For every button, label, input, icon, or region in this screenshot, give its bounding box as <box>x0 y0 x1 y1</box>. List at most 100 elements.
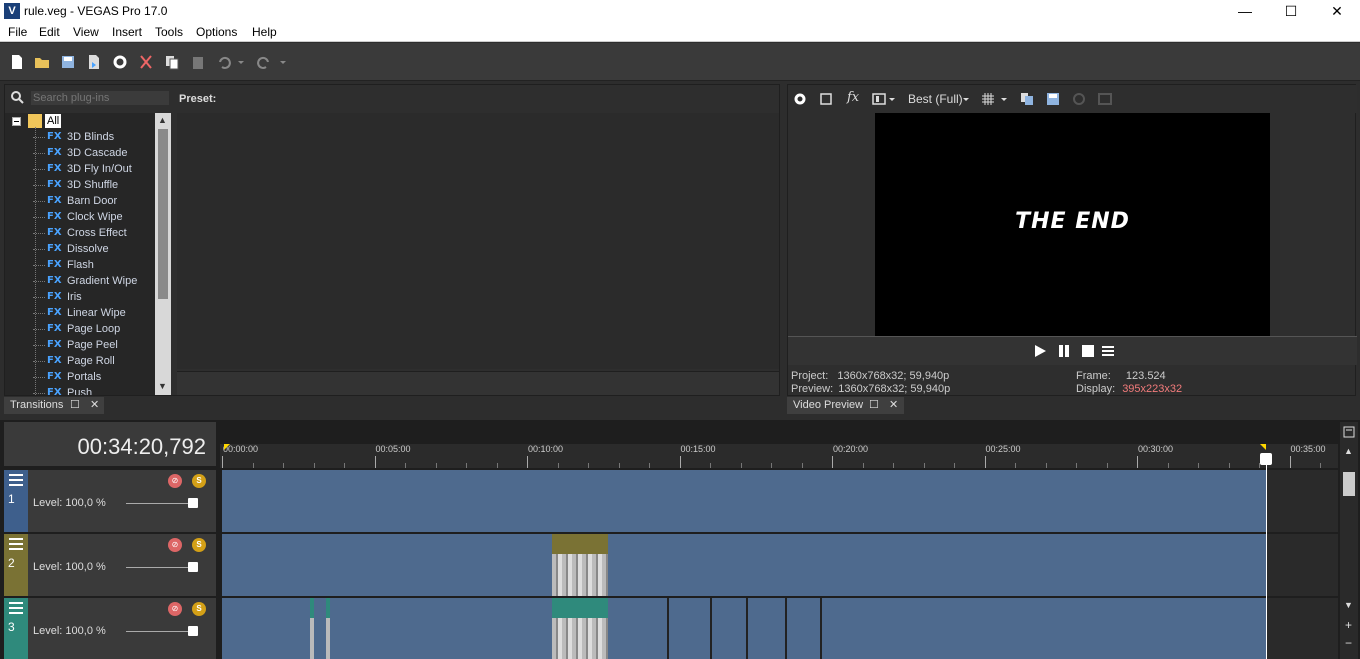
redo-dropdown-icon[interactable] <box>278 54 288 70</box>
timeline-vertical-scrollbar[interactable]: ▲ ▼ + − <box>1340 422 1358 659</box>
plugin-item[interactable]: FX Cross Effect <box>33 225 155 241</box>
save-snapshot-icon[interactable] <box>1046 92 1060 106</box>
loop-end-marker[interactable] <box>1260 444 1266 450</box>
grid-dropdown-icon[interactable] <box>1000 92 1008 106</box>
plugin-item[interactable]: FX Clock Wipe <box>33 209 155 225</box>
plugin-item[interactable]: FX Page Loop <box>33 321 155 337</box>
scroll-down-icon[interactable]: ▼ <box>158 381 167 391</box>
track-header[interactable]: 1 ⊘ S Level: 100,0 % <box>4 470 216 532</box>
render-as-icon[interactable] <box>86 54 102 70</box>
menu-view[interactable]: View <box>73 25 99 39</box>
split-screen-icon[interactable] <box>872 92 886 106</box>
scroll-thumb[interactable] <box>158 129 168 299</box>
scroll-up-icon[interactable]: ▲ <box>1344 446 1353 456</box>
copy-icon[interactable] <box>164 54 180 70</box>
plugin-item[interactable]: FX Portals <box>33 369 155 385</box>
paste-icon[interactable] <box>190 54 206 70</box>
clip-event[interactable] <box>552 534 608 596</box>
cut-icon[interactable] <box>138 54 154 70</box>
track-menu-icon[interactable] <box>9 538 23 550</box>
time-ruler[interactable]: 00:00:00 00:05:00 00:10:00 00:15:00 00:20:00… <box>220 444 1338 468</box>
marker-bar[interactable] <box>220 422 1338 444</box>
close-window-button[interactable]: ✕ <box>1314 0 1360 22</box>
restore-icon[interactable]: ☐ <box>869 397 879 414</box>
playhead-handle[interactable] <box>1260 453 1272 465</box>
tab-video-preview[interactable]: Video Preview ☐ ✕ <box>787 397 904 414</box>
solo-icon[interactable]: S <box>192 602 206 616</box>
track-menu-icon[interactable] <box>9 602 23 614</box>
clip-event[interactable] <box>326 598 330 659</box>
dropdown-icon[interactable] <box>888 92 896 106</box>
pause-icon[interactable] <box>1057 344 1071 358</box>
gear-icon[interactable] <box>112 54 128 70</box>
track-lane-empty[interactable] <box>1266 470 1338 532</box>
undo-icon[interactable] <box>216 54 232 70</box>
mute-icon[interactable]: ⊘ <box>168 538 182 552</box>
plugin-item[interactable]: FX Linear Wipe <box>33 305 155 321</box>
menu-options[interactable]: Options <box>196 25 237 39</box>
level-slider-track[interactable] <box>126 567 188 568</box>
plugin-item[interactable]: FX 3D Fly In/Out <box>33 161 155 177</box>
clip-boundary[interactable] <box>785 598 787 659</box>
device-icon[interactable] <box>819 92 833 106</box>
zoom-in-icon[interactable]: + <box>1345 618 1352 632</box>
clip-event[interactable] <box>310 598 314 659</box>
tab-transitions[interactable]: Transitions ☐ ✕ <box>4 397 104 414</box>
plugin-item[interactable]: FX 3D Blinds <box>33 129 155 145</box>
quality-select[interactable]: Best (Full) <box>908 92 963 106</box>
zoom-toggle-icon[interactable] <box>1342 425 1356 439</box>
plugin-item[interactable]: FX Page Roll <box>33 353 155 369</box>
level-slider-track[interactable] <box>126 631 188 632</box>
plugin-item[interactable]: FX Dissolve <box>33 241 155 257</box>
track-header[interactable]: 3 ⊘ S Level: 100,0 % <box>4 598 216 659</box>
track-header[interactable]: 2 ⊘ S Level: 100,0 % <box>4 534 216 596</box>
menu-edit[interactable]: Edit <box>39 25 60 39</box>
plugin-item[interactable]: FX Iris <box>33 289 155 305</box>
copy-snapshot-icon[interactable] <box>1020 92 1034 106</box>
plugin-item[interactable]: FX Flash <box>33 257 155 273</box>
level-slider-handle[interactable] <box>188 498 198 508</box>
loop-start-marker[interactable] <box>224 444 230 450</box>
plugin-item[interactable]: FX Barn Door <box>33 193 155 209</box>
level-slider-handle[interactable] <box>188 626 198 636</box>
preset-area[interactable] <box>177 113 779 369</box>
menu-help[interactable]: Help <box>252 25 277 39</box>
plugin-item[interactable]: FX Page Peel <box>33 337 155 353</box>
clip-boundary[interactable] <box>667 598 669 659</box>
open-folder-icon[interactable] <box>34 54 50 70</box>
maximize-button[interactable]: ☐ <box>1268 0 1314 22</box>
menu-tools[interactable]: Tools <box>155 25 183 39</box>
search-plugins-input[interactable] <box>31 91 169 105</box>
scroll-up-icon[interactable]: ▲ <box>158 115 167 125</box>
solo-icon[interactable]: S <box>192 538 206 552</box>
play-icon[interactable] <box>1033 344 1047 358</box>
plugin-item[interactable]: FX 3D Cascade <box>33 145 155 161</box>
clip-boundary[interactable] <box>820 598 822 659</box>
track-lane-empty[interactable] <box>1266 598 1338 659</box>
grid-icon[interactable] <box>981 92 995 106</box>
menu-icon[interactable] <box>1101 344 1115 358</box>
tree-root-all[interactable]: All <box>45 114 62 128</box>
clip-boundary[interactable] <box>746 598 748 659</box>
track-lane[interactable] <box>222 470 1266 532</box>
collapse-toggle[interactable] <box>12 117 21 126</box>
plugin-item[interactable]: FX Push <box>33 385 155 395</box>
minimize-button[interactable]: — <box>1222 0 1268 22</box>
plugin-item[interactable]: FX Gradient Wipe <box>33 273 155 289</box>
close-icon[interactable]: ✕ <box>90 397 99 414</box>
clip-event[interactable] <box>552 598 608 659</box>
new-file-icon[interactable] <box>9 54 25 70</box>
undo-dropdown-icon[interactable] <box>236 54 246 70</box>
tree-scrollbar[interactable]: ▲ ▼ <box>155 113 171 395</box>
close-icon[interactable]: ✕ <box>889 397 898 414</box>
zoom-out-icon[interactable]: − <box>1345 636 1352 650</box>
timeline-scroll-thumb[interactable] <box>1343 472 1355 496</box>
plugin-item[interactable]: FX 3D Shuffle <box>33 177 155 193</box>
track-menu-icon[interactable] <box>9 474 23 486</box>
quality-dropdown-icon[interactable] <box>962 92 970 106</box>
menu-insert[interactable]: Insert <box>112 25 142 39</box>
menu-file[interactable]: File <box>8 25 27 39</box>
restore-icon[interactable]: ☐ <box>70 397 80 414</box>
level-slider-handle[interactable] <box>188 562 198 572</box>
track-lane[interactable] <box>222 598 1266 659</box>
